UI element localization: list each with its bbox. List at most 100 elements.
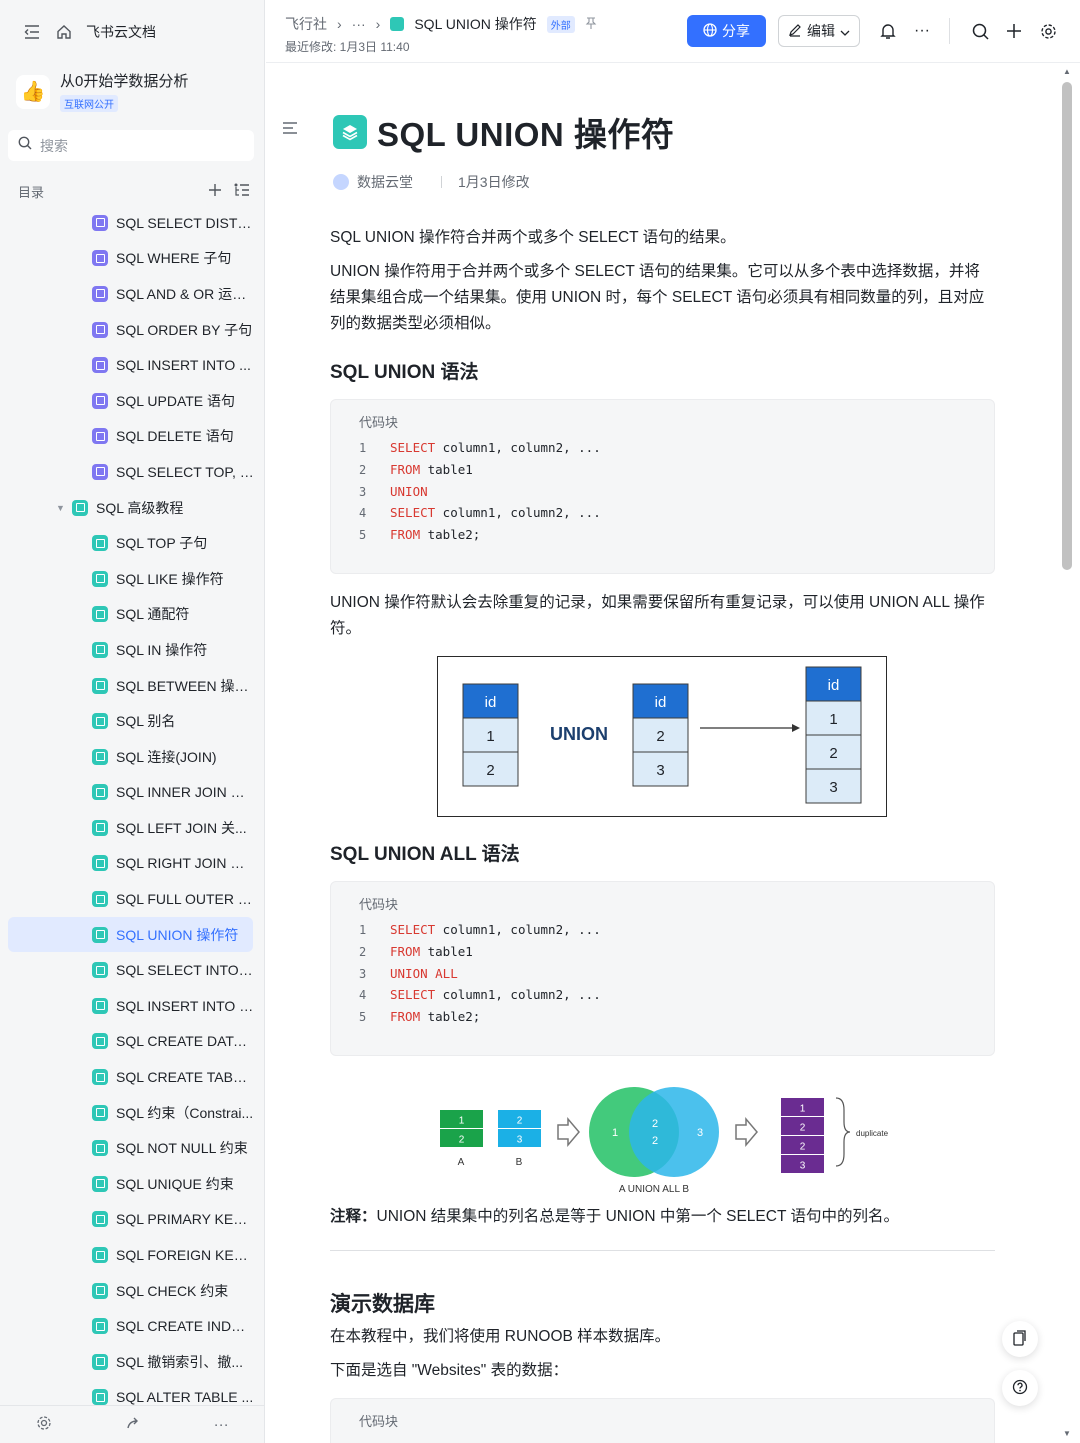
sidebar-doc-item[interactable]: SQL UNION 操作符	[8, 916, 253, 953]
sidebar-doc-item[interactable]: SQL 撤销索引、撤...	[0, 1344, 265, 1380]
sidebar-item-label: SQL LEFT JOIN 关...	[116, 819, 247, 836]
sidebar-doc-item[interactable]: SQL CREATE DATAB...	[0, 1024, 265, 1060]
scroll-down-arrow-icon[interactable]: ▼	[1063, 1429, 1071, 1438]
toc-header: 目录	[18, 180, 250, 202]
author-name[interactable]: 数据云堂	[357, 172, 413, 192]
scrollbar-thumb[interactable]	[1062, 82, 1072, 570]
more-icon[interactable]: ···	[214, 1416, 229, 1433]
breadcrumb-more[interactable]: ···	[352, 16, 366, 32]
author-avatar[interactable]	[333, 174, 349, 190]
plus-icon[interactable]	[1004, 21, 1024, 41]
app-brand[interactable]: 飞书云文档	[86, 22, 156, 42]
vertical-scrollbar[interactable]: ▲ ▼	[1060, 64, 1074, 1443]
sidebar-doc-item[interactable]: SQL LIKE 操作符	[0, 561, 265, 597]
doc-icon	[92, 855, 108, 872]
breadcrumb-root[interactable]: 飞行社	[285, 14, 327, 34]
sidebar-doc-item[interactable]: SQL INSERT INTO S...	[0, 988, 265, 1024]
sidebar-doc-item[interactable]: SQL TOP 子句	[0, 525, 265, 561]
sidebar-doc-item[interactable]: SQL UNIQUE 约束	[0, 1166, 265, 1202]
search-box[interactable]	[8, 130, 254, 161]
outline-toggle-icon[interactable]	[282, 121, 298, 140]
help-icon	[1012, 1379, 1028, 1398]
settings-icon[interactable]	[36, 1415, 52, 1435]
doc-icon	[92, 1140, 108, 1157]
sidebar-doc-item[interactable]: SQL AND & OR 运算...	[0, 276, 265, 312]
doc-header: 飞行社 › ··· › SQL UNION 操作符 外部 最近修改: 1月3日 …	[266, 0, 1080, 63]
home-icon[interactable]	[54, 22, 74, 42]
sidebar-doc-item[interactable]: SQL INSERT INTO ...	[0, 347, 265, 383]
sidebar-doc-item[interactable]: SQL LEFT JOIN 关...	[0, 810, 265, 846]
pin-icon[interactable]	[585, 16, 597, 32]
sidebar-doc-item[interactable]: SQL CHECK 约束	[0, 1273, 265, 1309]
table-cell-text: 1	[486, 728, 494, 745]
sidebar-doc-item[interactable]: SQL IN 操作符	[0, 632, 265, 668]
sidebar-doc-item[interactable]: SQL 别名	[0, 703, 265, 739]
sidebar-doc-item[interactable]: SQL DELETE 语句	[0, 419, 265, 455]
collapse-sidebar-icon[interactable]	[22, 22, 42, 42]
sidebar-doc-item[interactable]: SQL NOT NULL 约束	[0, 1130, 265, 1166]
duplicate-label: duplicate	[856, 1129, 889, 1138]
sidebar-doc-item[interactable]: SQL BETWEEN 操作符	[0, 668, 265, 704]
doc-icon	[92, 819, 108, 836]
paragraph: 下面是选自 "Websites" 表的数据：	[330, 1362, 569, 1379]
sidebar-doc-item[interactable]: SQL SELECT INTO ...	[0, 952, 265, 988]
sidebar-folder-item[interactable]: ▼ SQL 高级教程	[0, 490, 265, 526]
edit-button[interactable]: 编辑	[778, 15, 860, 47]
sidebar-doc-item[interactable]: SQL RIGHT JOIN 关...	[0, 846, 265, 882]
list-view-icon[interactable]	[234, 183, 250, 200]
sidebar-doc-item[interactable]: SQL SELECT DISTIN...	[0, 205, 265, 241]
code-block[interactable]: 代码块 1 SELECT column1, column2, ... 2 FROM t…	[330, 399, 995, 574]
code-text: column1, column2, ...	[435, 440, 601, 455]
caret-down-icon[interactable]: ▼	[56, 503, 65, 513]
set-label: A	[458, 1157, 465, 1168]
sidebar-doc-item[interactable]: SQL 连接(JOIN)	[0, 739, 265, 775]
code-block[interactable]: 代码块 1 SELECT column1, column2, ... 2 FROM t…	[330, 881, 995, 1056]
code-text: column1, column2, ...	[435, 987, 601, 1003]
code-line: FROM table2;	[390, 527, 480, 542]
space-header[interactable]: 👍 从0开始学数据分析 互联网公开	[16, 70, 188, 113]
sidebar-doc-item[interactable]: SQL UPDATE 语句	[0, 383, 265, 419]
table-header-text: id	[655, 694, 667, 711]
code-text: table1	[420, 943, 473, 959]
value-text: 1	[459, 1116, 465, 1127]
bell-icon[interactable]	[878, 21, 898, 41]
heading-demo-db: 演示数据库	[330, 1293, 435, 1316]
sidebar-doc-item[interactable]: SQL FOREIGN KEY ...	[0, 1237, 265, 1273]
copy-link-button[interactable]	[1002, 1321, 1038, 1357]
search-input[interactable]	[40, 137, 240, 154]
share-out-icon[interactable]	[125, 1415, 141, 1435]
union-all-diagram: 1 2 A 2 3 B 1 2 2 3 A UNION ALL B 1 2 2 3 duplicate	[440, 1087, 889, 1192]
code-text: column1, column2, ...	[435, 922, 601, 937]
sidebar-doc-item[interactable]: SQL PRIMARY KEY ...	[0, 1202, 265, 1238]
sidebar-doc-item[interactable]: SQL CREATE TABLE ...	[0, 1059, 265, 1095]
sidebar-doc-item[interactable]: SQL ORDER BY 子句	[0, 312, 265, 348]
sidebar-item-label: SQL UNIQUE 约束	[116, 1175, 234, 1192]
doc-icon	[92, 392, 108, 409]
search-icon	[18, 136, 32, 155]
sidebar-doc-item[interactable]: SQL FULL OUTER J...	[0, 881, 265, 917]
sidebar-item-label: SQL FULL OUTER J...	[116, 891, 254, 908]
scroll-up-arrow-icon[interactable]: ▲	[1063, 67, 1071, 76]
sidebar-doc-item[interactable]: SQL 约束（Constrai...	[0, 1095, 265, 1131]
breadcrumb-current[interactable]: SQL UNION 操作符	[414, 14, 536, 34]
sidebar-doc-item[interactable]: SQL CREATE INDEX ...	[0, 1308, 265, 1344]
share-button[interactable]: 分享	[687, 15, 766, 47]
table-cell-text: 1	[829, 711, 837, 728]
code-block[interactable]: 代码块	[330, 1398, 995, 1443]
pencil-icon	[788, 23, 802, 40]
sidebar-doc-item[interactable]: SQL INNER JOIN 关...	[0, 775, 265, 811]
sidebar-item-label: SQL DELETE 语句	[116, 428, 234, 445]
sidebar-doc-item[interactable]: SQL WHERE 子句	[0, 241, 265, 277]
gear-icon[interactable]	[1038, 21, 1058, 41]
sidebar-doc-item[interactable]: SQL ALTER TABLE ...	[0, 1380, 265, 1405]
sidebar-item-label: SQL TOP 子句	[116, 535, 208, 552]
table-cell-text: 3	[829, 779, 837, 796]
code-line-number: 2	[359, 944, 367, 959]
add-icon[interactable]	[208, 183, 222, 200]
sidebar-doc-item[interactable]: SQL 通配符	[0, 597, 265, 633]
code-block-label: 代码块	[359, 1414, 399, 1429]
sidebar-doc-item[interactable]: SQL SELECT TOP, LI...	[0, 454, 265, 490]
help-button[interactable]	[1002, 1370, 1038, 1406]
more-options-icon[interactable]: ···	[912, 21, 932, 41]
search-icon[interactable]	[970, 21, 990, 41]
